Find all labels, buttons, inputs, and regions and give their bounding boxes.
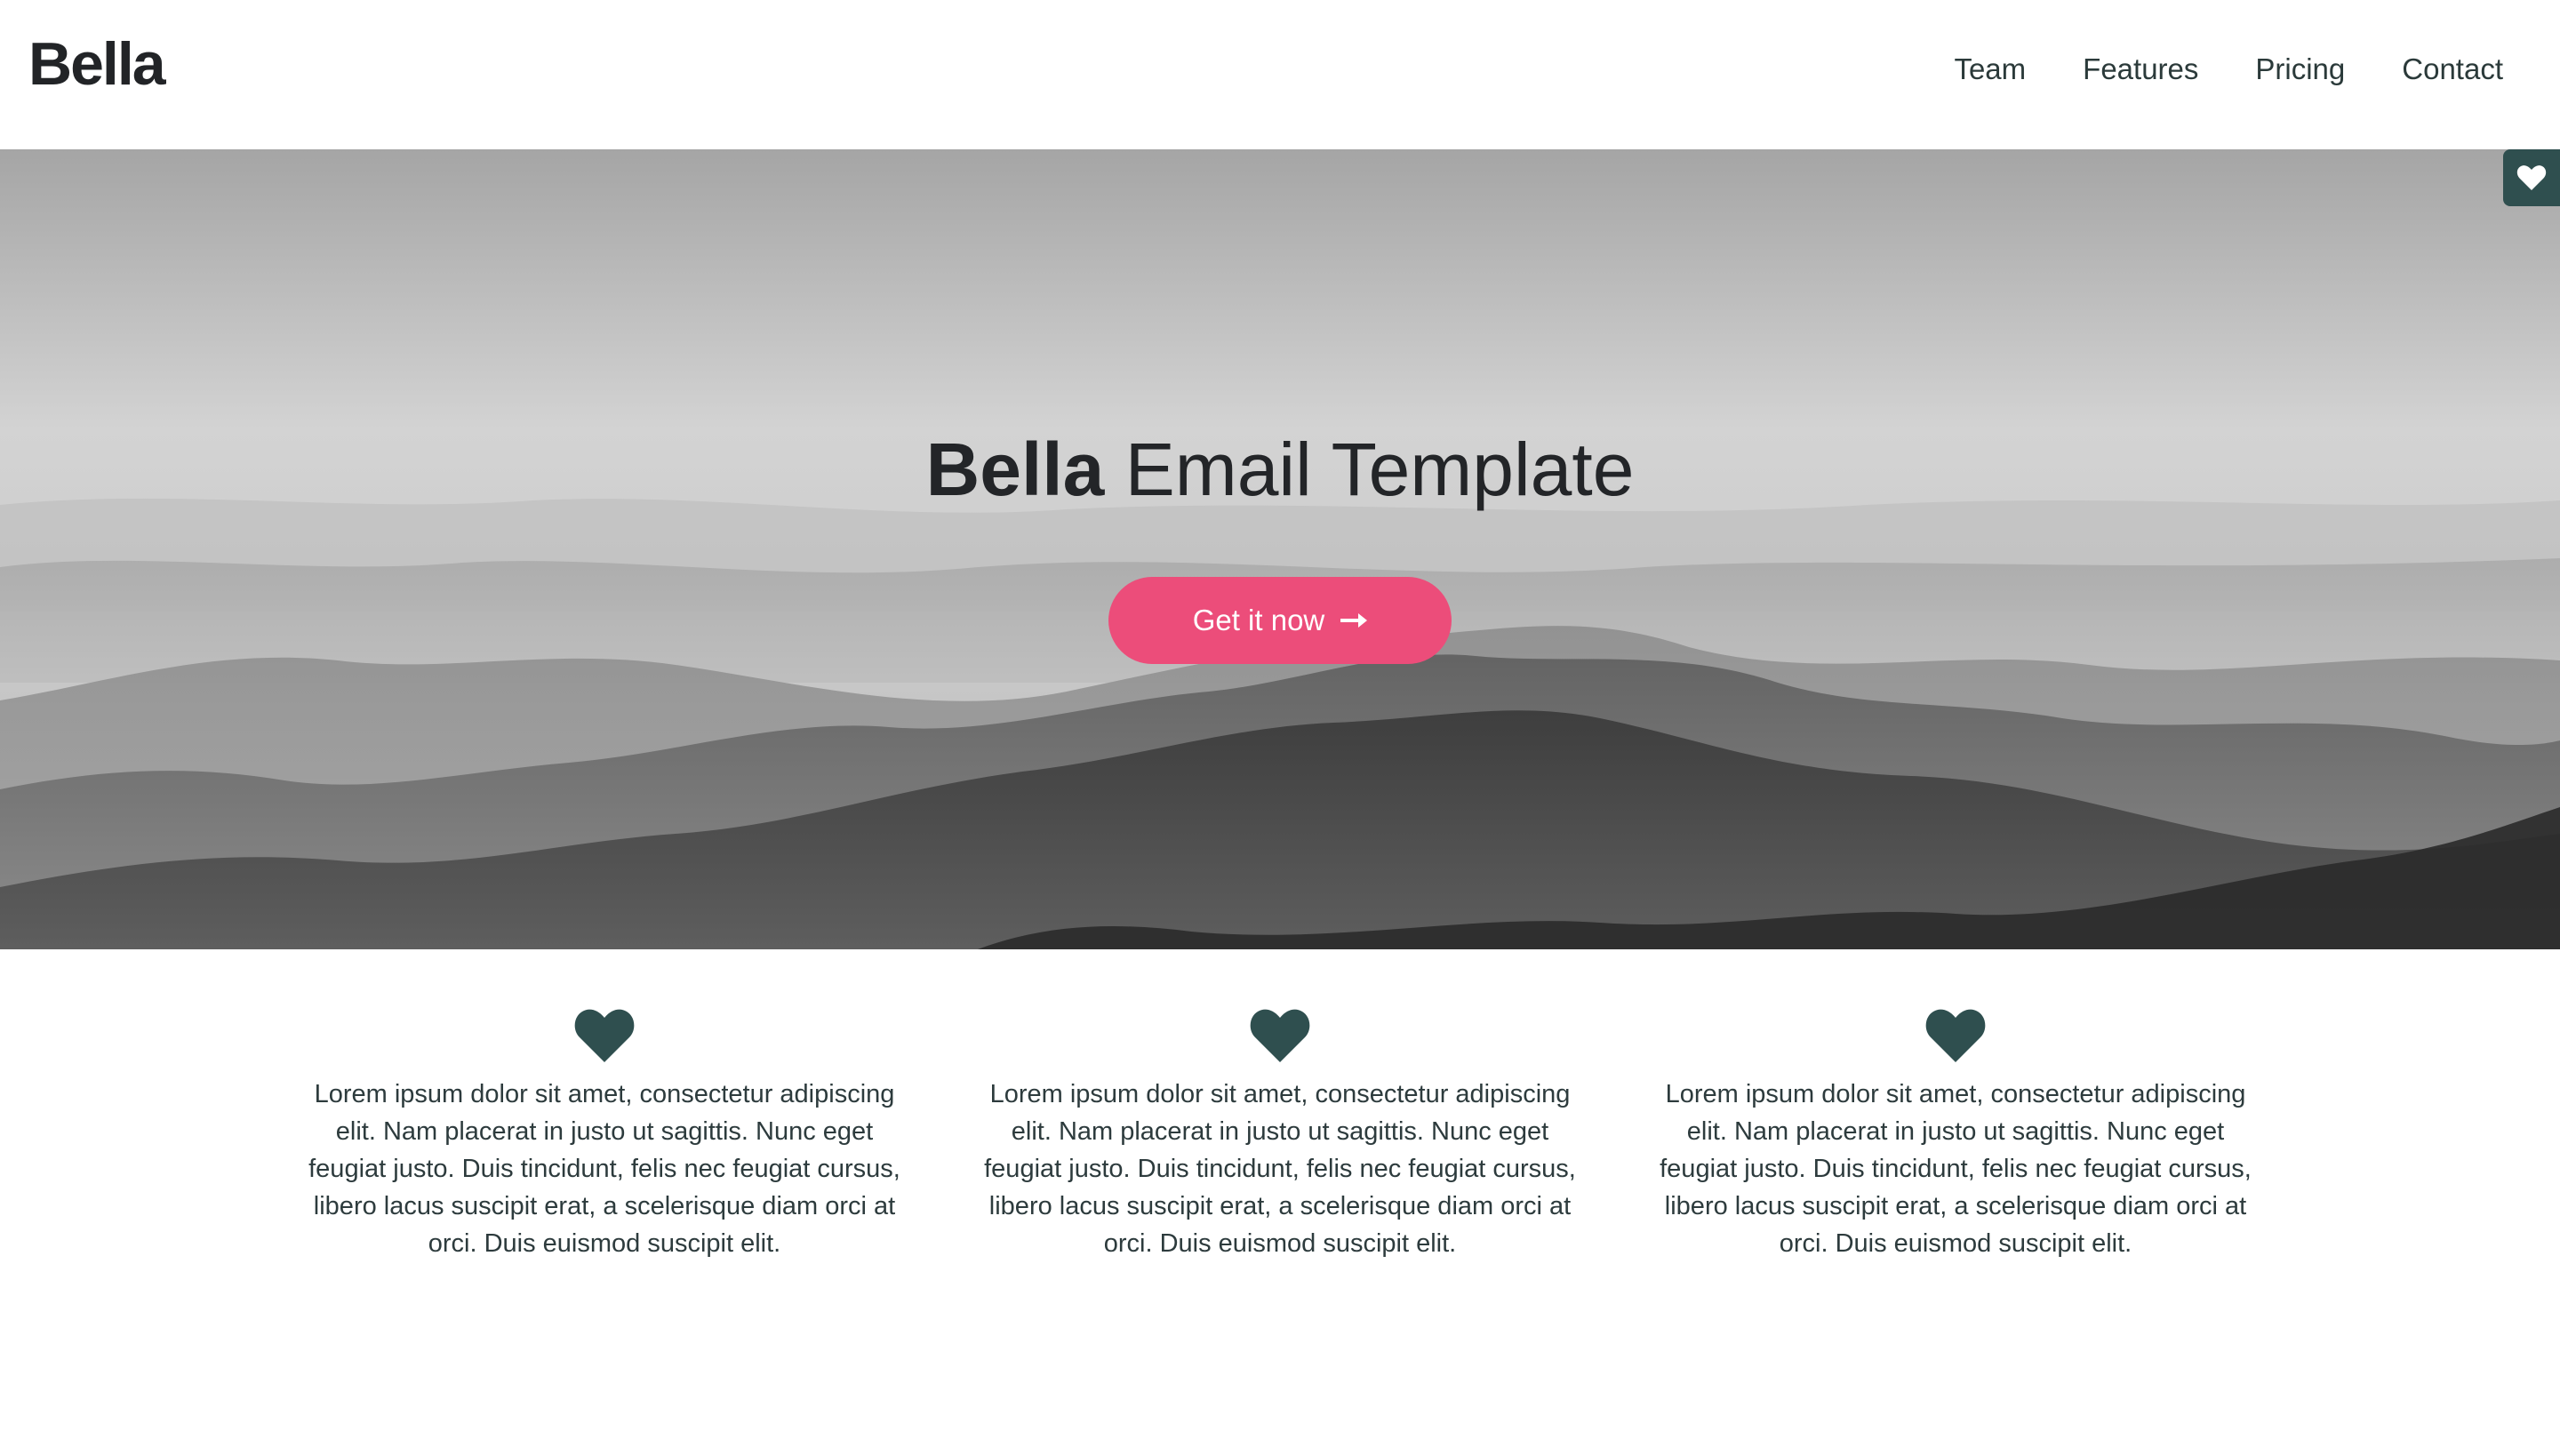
feature-text: Lorem ipsum dolor sit amet, consectetur … bbox=[1660, 1080, 2252, 1258]
favorite-tab[interactable] bbox=[2503, 149, 2560, 206]
get-it-now-button[interactable]: Get it now bbox=[1108, 577, 1452, 664]
nav-item-contact[interactable]: Contact bbox=[2402, 46, 2503, 92]
nav-item-features[interactable]: Features bbox=[2083, 46, 2198, 92]
hero-section: Bella Email Template Get it now bbox=[0, 149, 2560, 949]
arrow-right-icon bbox=[1340, 613, 1368, 628]
feature-card: Lorem ipsum dolor sit amet, consectetur … bbox=[302, 949, 907, 1262]
nav-item-pricing[interactable]: Pricing bbox=[2255, 46, 2345, 92]
feature-text: Lorem ipsum dolor sit amet, consectetur … bbox=[308, 1080, 900, 1258]
logo[interactable]: Bella bbox=[28, 27, 166, 101]
heart-icon bbox=[1250, 1009, 1310, 1062]
hero-title-rest: Email Template bbox=[1124, 428, 1635, 511]
feature-card: Lorem ipsum dolor sit amet, consectetur … bbox=[1653, 949, 2258, 1262]
features-section: Lorem ipsum dolor sit amet, consectetur … bbox=[0, 949, 2560, 1456]
hero-background-mountains bbox=[0, 149, 2560, 949]
cta-label: Get it now bbox=[1192, 604, 1325, 636]
nav-item-team[interactable]: Team bbox=[1954, 46, 2026, 92]
heart-icon bbox=[2516, 165, 2547, 190]
hero-title: Bella Email Template bbox=[0, 425, 2560, 514]
hero-title-bold: Bella bbox=[925, 428, 1105, 511]
heart-icon bbox=[1925, 1009, 1986, 1062]
heart-icon bbox=[574, 1009, 635, 1062]
feature-card: Lorem ipsum dolor sit amet, consectetur … bbox=[978, 949, 1582, 1262]
feature-text: Lorem ipsum dolor sit amet, consectetur … bbox=[984, 1080, 1576, 1258]
main-nav: Team Features Pricing Contact bbox=[1954, 46, 2503, 92]
site-header: Bella Team Features Pricing Contact bbox=[0, 0, 2560, 149]
